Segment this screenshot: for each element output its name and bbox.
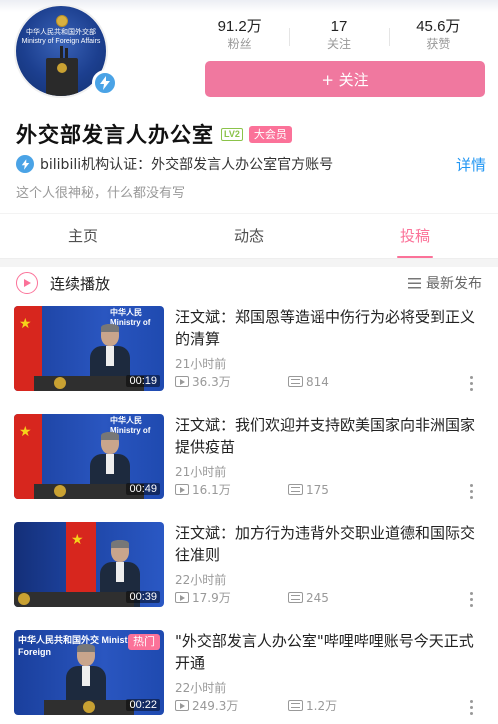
video-time: 22小时前: [175, 681, 227, 695]
tab-bar: 主页 动态 投稿: [0, 213, 498, 259]
avatar-org-cn: 中华人民共和国外交部: [26, 29, 96, 36]
sort-label: 最新发布: [426, 276, 482, 292]
danmaku-icon: [288, 484, 303, 495]
danmaku-count: 1.2万: [288, 697, 337, 714]
more-options-icon[interactable]: [470, 376, 474, 392]
more-options-icon[interactable]: [470, 484, 474, 500]
danmaku-icon: [288, 376, 303, 387]
stat-fans-value: 91.2万: [217, 18, 262, 35]
stat-fans-label: 粉丝: [227, 37, 252, 51]
danmaku-count-value: 175: [306, 482, 329, 497]
danmaku-count: 814: [288, 375, 329, 389]
play-count-value: 249.3万: [192, 699, 239, 713]
play-count: 249.3万: [175, 697, 288, 714]
more-options-icon[interactable]: [470, 592, 474, 608]
more-options-icon[interactable]: [470, 700, 474, 716]
tab-home[interactable]: 主页: [0, 214, 166, 258]
play-count-value: 36.3万: [192, 375, 231, 389]
continuous-play-label[interactable]: 连续播放: [50, 273, 110, 294]
video-duration: 00:39: [126, 591, 160, 603]
stat-following-label: 关注: [326, 37, 351, 51]
stat-fans[interactable]: 91.2万 粉丝: [190, 18, 289, 54]
danmaku-count: 245: [288, 591, 329, 605]
continuous-play-icon[interactable]: [16, 272, 38, 294]
follow-button[interactable]: + 关注: [205, 61, 485, 97]
play-count-icon: [175, 700, 189, 711]
video-stats: 16.1万 175: [175, 481, 475, 498]
play-count: 16.1万: [175, 481, 288, 498]
certification-row: bilibili机构认证：外交部发言人办公室官方账号 详情: [16, 154, 486, 174]
signature: 这个人很神秘，什么都没有写: [16, 186, 186, 201]
podium-graphic: [14, 592, 134, 607]
video-duration: 00:19: [126, 375, 160, 387]
tab-dynamics[interactable]: 动态: [166, 214, 332, 258]
stat-likes-label: 获赞: [426, 37, 451, 51]
emblem-icon: [54, 485, 66, 497]
avatar-org-text: 中华人民共和国外交部 Ministry of Foreign Affairs: [16, 28, 106, 46]
stat-likes[interactable]: 45.6万 获赞: [388, 18, 488, 54]
play-count-value: 16.1万: [192, 483, 231, 497]
video-duration: 00:22: [126, 699, 160, 711]
play-count-icon: [175, 592, 189, 603]
name-row: 外交部发言人办公室 LV2 大会员: [16, 119, 292, 149]
danmaku-icon: [288, 700, 303, 711]
video-title[interactable]: "外交部发言人办公室"哔哩哔哩账号今天正式开通: [175, 630, 484, 674]
video-title[interactable]: 汪文斌：郑国恩等造谣中伤行为必将受到正义的清算: [175, 306, 484, 350]
playlist-bar: 连续播放 最新发布: [16, 270, 482, 296]
video-stats: 17.9万 245: [175, 589, 475, 606]
play-count: 17.9万: [175, 589, 288, 606]
video-item[interactable]: 中华人民 Ministry of 00:19 汪文斌：郑国恩等造谣中伤行为必将受…: [14, 306, 484, 398]
play-count-value: 17.9万: [192, 591, 231, 605]
play-count: 36.3万: [175, 373, 288, 390]
danmaku-icon: [288, 592, 303, 603]
video-thumbnail[interactable]: 00:39: [14, 522, 164, 607]
national-emblem-icon: [56, 15, 68, 27]
emblem-icon: [18, 593, 30, 605]
video-thumbnail[interactable]: 中华人民共和国外交 Ministry of Foreign 热门 00:22: [14, 630, 164, 715]
list-sort-icon: [408, 277, 421, 289]
avatar[interactable]: 中华人民共和国外交部 Ministry of Foreign Affairs: [14, 4, 118, 98]
sort-button[interactable]: 最新发布: [408, 273, 482, 293]
video-title[interactable]: 汪文斌：加方行为违背外交职业道德和国际交往准则: [175, 522, 484, 566]
danmaku-count: 175: [288, 483, 329, 497]
video-item[interactable]: 中华人民 Ministry of 00:49 汪文斌：我们欢迎并支持欧美国家向非…: [14, 414, 484, 506]
play-count-icon: [175, 376, 189, 387]
video-thumbnail[interactable]: 中华人民 Ministry of 00:49: [14, 414, 164, 499]
stat-following[interactable]: 17 关注: [289, 18, 388, 54]
video-time: 21小时前: [175, 357, 227, 371]
video-title[interactable]: 汪文斌：我们欢迎并支持欧美国家向非洲国家提供疫苗: [175, 414, 484, 458]
profile-name: 外交部发言人办公室: [16, 123, 214, 147]
hot-badge: 热门: [128, 634, 160, 650]
emblem-icon: [83, 701, 95, 713]
stat-following-value: 17: [330, 18, 348, 35]
stats-bar: 91.2万 粉丝 17 关注 45.6万 获赞: [190, 18, 488, 54]
emblem-icon: [54, 377, 66, 389]
play-count-icon: [175, 484, 189, 495]
lightning-icon: [16, 155, 34, 173]
stat-likes-value: 45.6万: [416, 18, 461, 35]
detail-link[interactable]: 详情: [456, 154, 486, 175]
video-stats: 36.3万 814: [175, 373, 475, 390]
lightning-badge-icon: [92, 70, 118, 96]
vip-badge[interactable]: 大会员: [248, 125, 292, 143]
video-thumbnail[interactable]: 中华人民 Ministry of 00:19: [14, 306, 164, 391]
danmaku-count-value: 245: [306, 590, 329, 605]
video-time: 21小时前: [175, 465, 227, 479]
video-stats: 249.3万 1.2万: [175, 697, 475, 714]
section-divider: [0, 259, 498, 267]
avatar-org-en: Ministry of Foreign Affairs: [21, 38, 101, 45]
video-duration: 00:49: [126, 483, 160, 495]
danmaku-count-value: 1.2万: [306, 699, 338, 713]
video-time: 22小时前: [175, 573, 227, 587]
video-item[interactable]: 00:39 汪文斌：加方行为违背外交职业道德和国际交往准则 22小时前 17.9…: [14, 522, 484, 614]
level-badge: LV2: [221, 127, 243, 141]
danmaku-count-value: 814: [306, 374, 329, 389]
certification-text: bilibili机构认证：外交部发言人办公室官方账号: [40, 157, 334, 173]
video-item[interactable]: 中华人民共和国外交 Ministry of Foreign 热门 00:22 "…: [14, 630, 484, 722]
podium-icon: [46, 58, 78, 96]
tab-uploads[interactable]: 投稿: [332, 214, 498, 258]
